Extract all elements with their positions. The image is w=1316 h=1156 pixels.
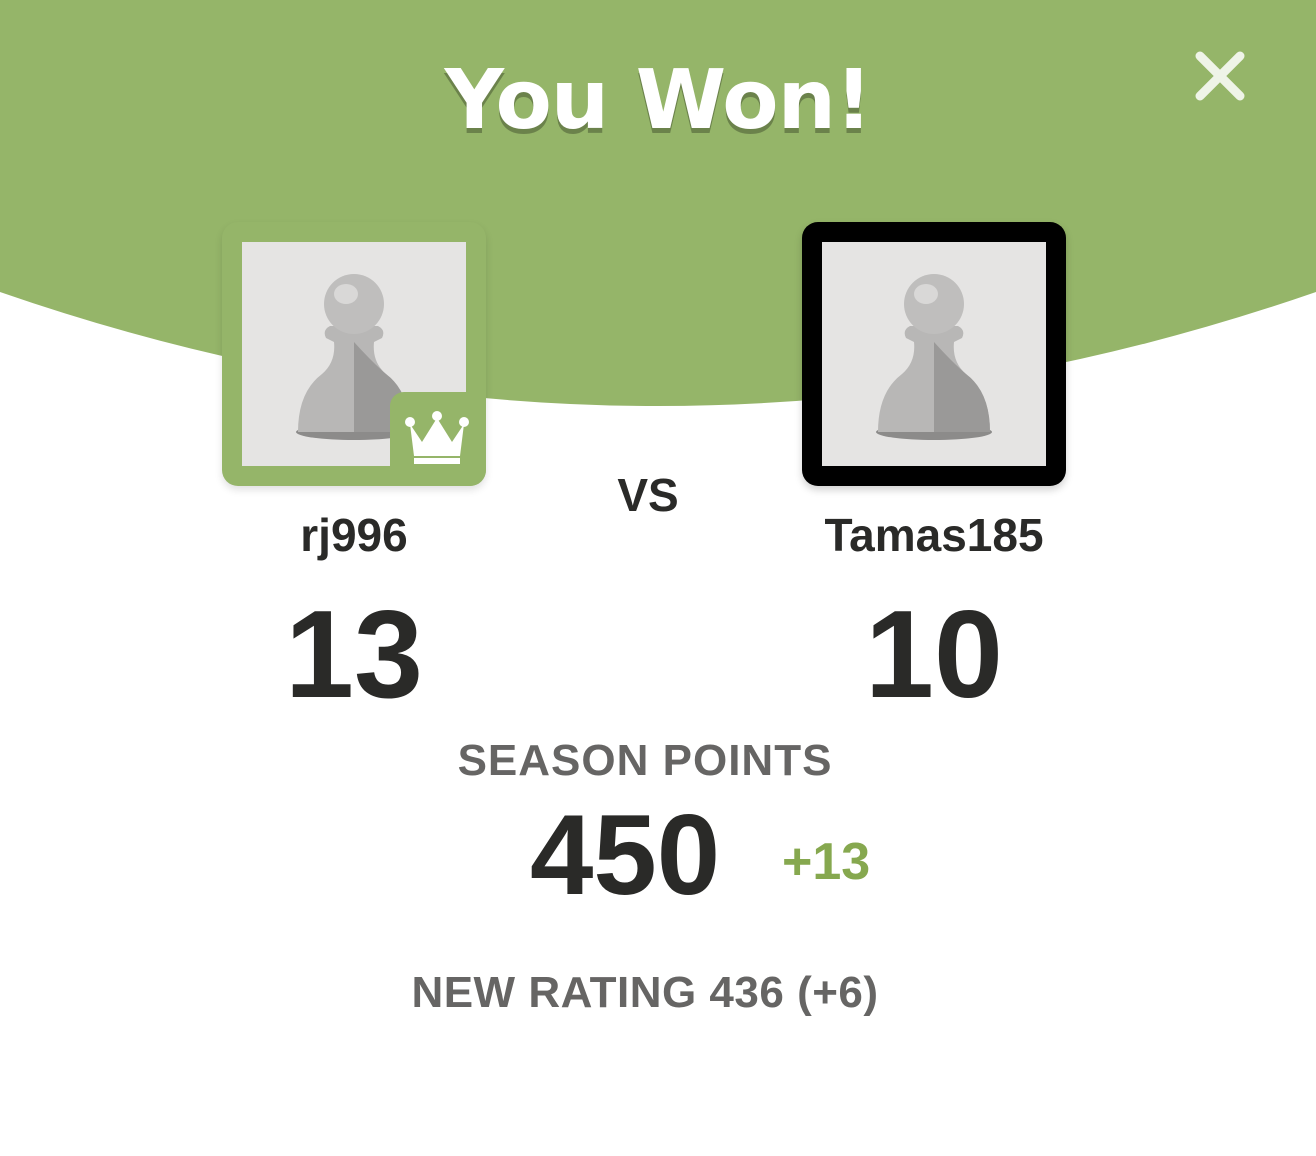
winner-badge <box>390 392 486 486</box>
player-avatar-opponent[interactable] <box>802 222 1066 486</box>
pawn-icon <box>876 274 992 440</box>
close-button[interactable] <box>1190 46 1250 106</box>
player-score-opponent: 10 <box>865 586 1003 724</box>
season-points-value: 450 <box>530 792 721 919</box>
avatar-image <box>822 242 1046 466</box>
new-rating-text: NEW RATING 436 (+6) <box>411 968 879 1017</box>
result-title: You Won! <box>444 53 873 148</box>
vs-label: VS <box>617 469 679 521</box>
season-points-delta: +13 <box>782 833 871 891</box>
player-avatar-winner[interactable] <box>222 222 486 486</box>
season-points-label: SEASON POINTS <box>457 736 833 785</box>
close-icon <box>1195 51 1245 101</box>
player-username-opponent[interactable]: Tamas185 <box>784 508 1084 562</box>
season-points-row: 450 +13 <box>0 796 1316 926</box>
crown-icon <box>405 411 469 464</box>
player-score-winner: 13 <box>285 586 423 724</box>
game-over-modal: You Won! VS rj996 Tamas185 13 10 SEASON … <box>0 0 1316 1156</box>
player-username-winner[interactable]: rj996 <box>204 508 504 562</box>
